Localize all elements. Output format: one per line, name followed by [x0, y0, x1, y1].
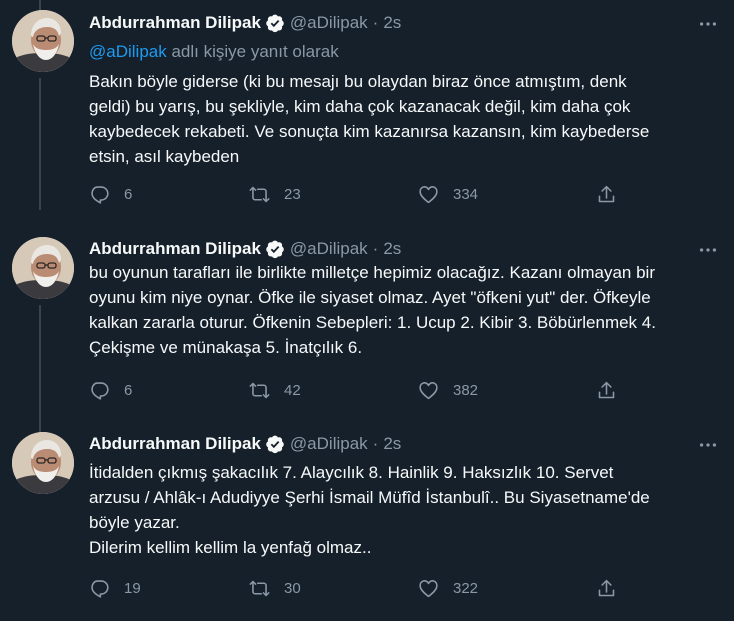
reply-count: 6: [124, 186, 133, 203]
retweet-count: 42: [284, 382, 301, 399]
share-button[interactable]: [596, 578, 617, 599]
like-icon: [418, 184, 439, 205]
tweet-time[interactable]: 2s: [383, 239, 401, 259]
author-name[interactable]: Abdurrahman Dilipak: [89, 239, 261, 259]
separator-dot: ·: [372, 13, 379, 32]
avatar[interactable]: [12, 10, 74, 72]
author-handle[interactable]: @aDilipak: [290, 434, 368, 454]
retweet-icon: [249, 184, 270, 205]
like-count: 382: [453, 382, 479, 399]
retweet-count: 23: [284, 186, 301, 203]
tweet-1[interactable]: Abdurrahman Dilipak @aDilipak · 2s @aDil…: [0, 0, 734, 210]
author-handle[interactable]: @aDilipak: [290, 239, 368, 259]
tweet-text: bu oyunun tarafları ile birlikte milletç…: [89, 263, 656, 357]
reply-icon: [89, 184, 110, 205]
author-name[interactable]: Abdurrahman Dilipak: [89, 13, 261, 33]
share-button[interactable]: [596, 184, 617, 205]
tweet-text: Bakın böyle giderse (ki bu mesajı bu ola…: [89, 72, 650, 166]
author-name[interactable]: Abdurrahman Dilipak: [89, 434, 261, 454]
verified-badge-icon: [265, 239, 285, 259]
retweet-icon: [249, 578, 270, 599]
action-bar: 6 23 334: [89, 184, 629, 208]
share-icon: [596, 184, 617, 205]
reply-to-link[interactable]: @aDilipak: [89, 42, 167, 61]
thread-line: [39, 305, 41, 427]
tweet-time[interactable]: 2s: [383, 434, 401, 454]
thread-line: [39, 0, 41, 10]
action-bar: 19 30 322: [89, 578, 629, 602]
author-handle[interactable]: @aDilipak: [290, 13, 368, 33]
verified-badge-icon: [265, 434, 285, 454]
more-icon[interactable]: [697, 434, 719, 456]
reply-icon: [89, 578, 110, 599]
thread-line: [39, 78, 41, 210]
like-count: 334: [453, 186, 479, 203]
tweet-time[interactable]: 2s: [383, 13, 401, 33]
more-icon[interactable]: [697, 239, 719, 261]
like-icon: [418, 578, 439, 599]
tweet-2[interactable]: Abdurrahman Dilipak @aDilipak · 2s bu oy…: [0, 0, 734, 427]
reply-icon: [89, 380, 110, 401]
like-count: 322: [453, 580, 479, 597]
separator-dot: ·: [372, 239, 379, 258]
tweet-3[interactable]: Abdurrahman Dilipak @aDilipak · 2s İtida…: [0, 422, 734, 621]
verified-badge-icon: [265, 13, 285, 33]
retweet-count: 30: [284, 580, 301, 597]
share-button[interactable]: [596, 380, 617, 401]
reply-count: 6: [124, 382, 133, 399]
reply-button[interactable]: 6: [89, 184, 132, 205]
retweet-icon: [249, 380, 270, 401]
like-button[interactable]: 322: [418, 578, 478, 599]
reply-context: @aDilipak adlı kişiye yanıt olarak: [89, 42, 339, 62]
retweet-button[interactable]: 23: [249, 184, 301, 205]
reply-button[interactable]: 6: [89, 380, 132, 401]
thread-line: [39, 422, 41, 432]
action-bar: 6 42 382: [89, 380, 629, 404]
avatar[interactable]: [12, 432, 74, 494]
like-button[interactable]: 382: [418, 380, 478, 401]
retweet-button[interactable]: 30: [249, 578, 301, 599]
more-icon[interactable]: [697, 13, 719, 35]
reply-button[interactable]: 19: [89, 578, 141, 599]
separator-dot: ·: [372, 434, 379, 453]
like-button[interactable]: 334: [418, 184, 478, 205]
tweet-text: İtidalden çıkmış şakacılık 7. Alaycılık …: [89, 463, 650, 557]
share-icon: [596, 578, 617, 599]
like-icon: [418, 380, 439, 401]
retweet-button[interactable]: 42: [249, 380, 301, 401]
share-icon: [596, 380, 617, 401]
avatar[interactable]: [12, 237, 74, 299]
reply-to-text: adlı kişiye yanıt olarak: [166, 42, 339, 61]
reply-count: 19: [124, 580, 141, 597]
